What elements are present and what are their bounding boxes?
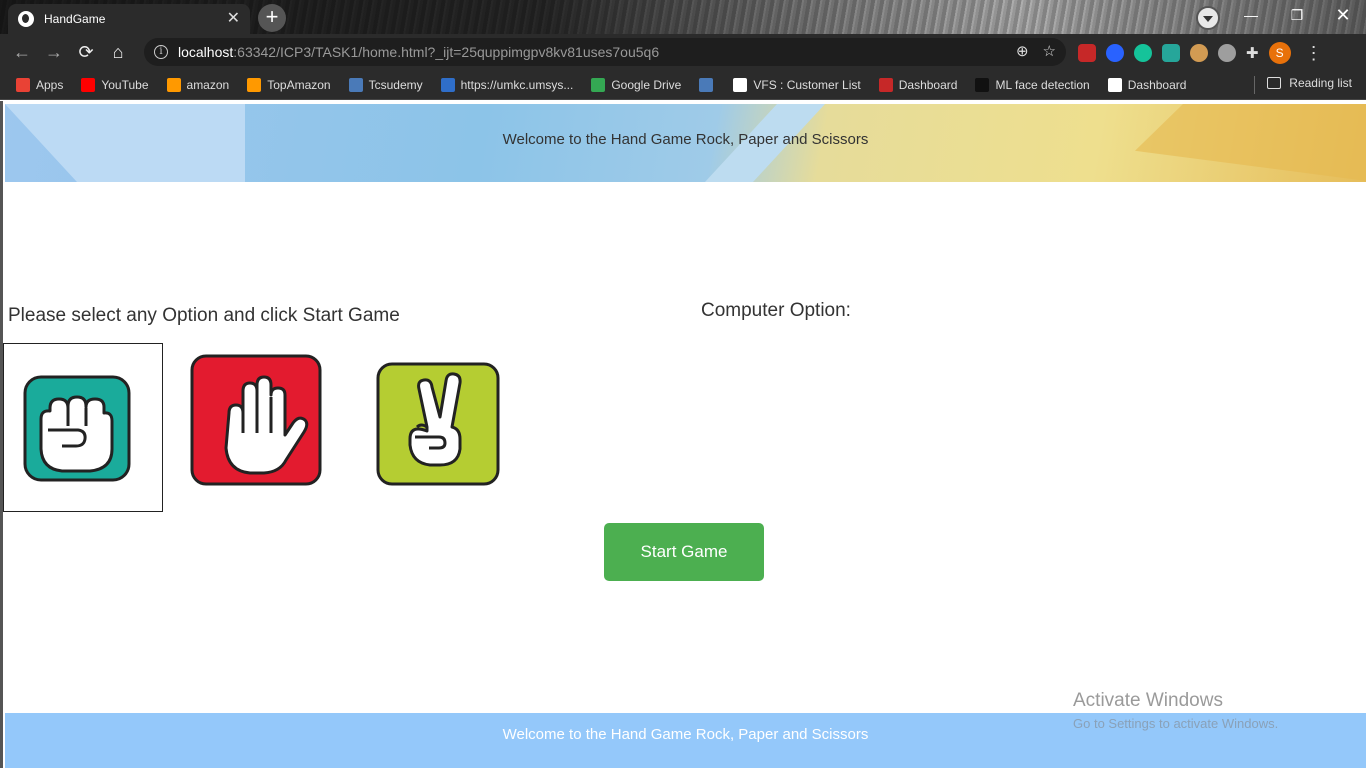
rock-fist-icon bbox=[23, 375, 131, 482]
url-host: localhost bbox=[178, 44, 234, 60]
address-bar[interactable]: i localhost:63342/ICP3/TASK1/home.html?_… bbox=[144, 38, 1066, 66]
new-tab-button[interactable]: + bbox=[258, 4, 286, 32]
computer-option-label: Computer Option: bbox=[701, 300, 851, 321]
browser-toolbar: ← → ⟳ ⌂ i localhost:63342/ICP3/TASK1/hom… bbox=[0, 34, 1366, 70]
browser-tab[interactable]: HandGame ✕ bbox=[8, 4, 250, 34]
bookmark-label: Dashboard bbox=[898, 77, 958, 92]
bookmarks-bar: Apps YouTube amazon TopAmazon Tcsudemy https:… bbox=[0, 70, 1366, 100]
back-icon[interactable]: ← bbox=[6, 42, 38, 63]
footer-text: Welcome to the Hand Game Rock, Paper and… bbox=[502, 726, 869, 743]
bookmark-label: TopAmazon bbox=[267, 77, 331, 92]
page-content: Welcome to the Hand Game Rock, Paper and… bbox=[0, 101, 1366, 768]
paper-hand-icon bbox=[190, 354, 322, 486]
bookmark-favicon-icon bbox=[81, 77, 96, 92]
bookmark-item[interactable]: Google Drive bbox=[591, 77, 682, 92]
watermark-title: Activate Windows bbox=[1073, 690, 1223, 711]
bookmark-label: https://umkc.umsys... bbox=[460, 77, 574, 92]
bookmark-favicon-icon bbox=[440, 77, 455, 92]
menu-icon[interactable]: ⋮ bbox=[1305, 43, 1323, 64]
bookmark-label: YouTube bbox=[101, 77, 149, 92]
info-icon[interactable]: i bbox=[154, 45, 168, 59]
bookmark-label: ML face detection bbox=[995, 77, 1090, 92]
bookmark-item[interactable] bbox=[699, 77, 719, 92]
header-text: Welcome to the Hand Game Rock, Paper and… bbox=[502, 131, 869, 148]
bookmark-favicon-icon bbox=[699, 77, 714, 92]
reload-icon[interactable]: ⟳ bbox=[70, 42, 102, 63]
bookmark-item[interactable]: ML face detection bbox=[975, 77, 1090, 92]
bookmark-label: amazon bbox=[186, 77, 230, 92]
tab-title: HandGame bbox=[44, 12, 106, 26]
bookmark-favicon-icon bbox=[247, 77, 262, 92]
bookmark-label: VFS : Customer List bbox=[753, 77, 861, 92]
rock-option[interactable] bbox=[3, 343, 163, 512]
reading-list-label: Reading list bbox=[1289, 76, 1352, 90]
bookmark-item[interactable]: https://umkc.umsys... bbox=[440, 77, 574, 92]
bookmark-item[interactable]: TopAmazon bbox=[247, 77, 331, 92]
bookmark-favicon-icon bbox=[591, 77, 606, 92]
bookmark-star-icon[interactable]: ☆ bbox=[1043, 42, 1056, 60]
activate-windows-watermark: Activate Windows Go to Settings to activ… bbox=[1073, 690, 1278, 731]
profile-avatar[interactable]: S bbox=[1268, 42, 1291, 64]
forward-icon[interactable]: → bbox=[38, 42, 70, 63]
watermark-subtitle: Go to Settings to activate Windows. bbox=[1073, 716, 1279, 731]
header-banner: Welcome to the Hand Game Rock, Paper and… bbox=[5, 104, 1366, 182]
bookmark-label: Google Drive bbox=[611, 77, 682, 92]
reading-list-icon bbox=[1267, 77, 1282, 89]
puzzle-icon[interactable]: ✚ bbox=[1246, 44, 1259, 62]
bookmark-label: Tcsudemy bbox=[368, 77, 423, 92]
bookmarks-divider bbox=[1254, 76, 1255, 94]
bookmark-item[interactable]: amazon bbox=[166, 77, 230, 92]
url-path: :63342/ICP3/TASK1/home.html?_ijt=25quppi… bbox=[233, 44, 660, 60]
grammarly-icon[interactable] bbox=[1134, 44, 1152, 62]
cookie-icon[interactable] bbox=[1190, 44, 1208, 62]
extension-d-icon[interactable] bbox=[1106, 44, 1124, 62]
restore-button[interactable]: ❐ bbox=[1274, 0, 1320, 30]
extension-link-icon[interactable] bbox=[1218, 44, 1236, 62]
bookmark-favicon-icon bbox=[1107, 77, 1122, 92]
bookmark-label: Apps bbox=[36, 77, 64, 92]
close-window-button[interactable]: ✕ bbox=[1320, 0, 1366, 30]
bookmark-item[interactable]: Apps bbox=[16, 77, 64, 92]
zoom-icon[interactable]: ⊕ bbox=[1016, 42, 1029, 60]
bookmark-item[interactable]: Dashboard bbox=[878, 77, 958, 92]
extensions-area: ✚ S ⋮ bbox=[1078, 42, 1323, 64]
instruction-text: Please select any Option and click Start… bbox=[8, 305, 400, 326]
close-tab-icon[interactable]: ✕ bbox=[227, 11, 240, 27]
scissors-option[interactable] bbox=[375, 361, 501, 487]
bookmark-item[interactable]: Tcsudemy bbox=[348, 77, 423, 92]
scissors-hand-icon bbox=[376, 362, 500, 486]
bookmark-favicon-icon bbox=[878, 77, 893, 92]
minimize-button[interactable]: — bbox=[1228, 0, 1274, 30]
window-titlebar: HandGame ✕ + — ❐ ✕ bbox=[0, 0, 1366, 34]
globe-icon bbox=[18, 11, 34, 27]
bookmark-favicon-icon bbox=[166, 77, 181, 92]
bookmark-label: Dashboard bbox=[1127, 77, 1187, 92]
home-icon[interactable]: ⌂ bbox=[102, 42, 134, 63]
bookmark-item[interactable]: VFS : Customer List bbox=[733, 77, 861, 92]
bookmark-favicon-icon bbox=[975, 77, 990, 92]
extension-book-icon[interactable] bbox=[1078, 44, 1096, 62]
reading-list-button[interactable]: Reading list bbox=[1267, 76, 1352, 90]
paper-option[interactable] bbox=[189, 353, 323, 487]
tab-search-icon[interactable] bbox=[1196, 6, 1220, 30]
start-game-button[interactable]: Start Game bbox=[604, 523, 764, 581]
bookmark-item[interactable]: YouTube bbox=[81, 77, 149, 92]
bookmark-item[interactable]: Dashboard bbox=[1107, 77, 1187, 92]
bookmark-favicon-icon bbox=[733, 77, 748, 92]
bookmark-favicon-icon bbox=[348, 77, 363, 92]
extension-feather-icon[interactable] bbox=[1162, 44, 1180, 62]
bookmark-favicon-icon bbox=[16, 77, 30, 92]
